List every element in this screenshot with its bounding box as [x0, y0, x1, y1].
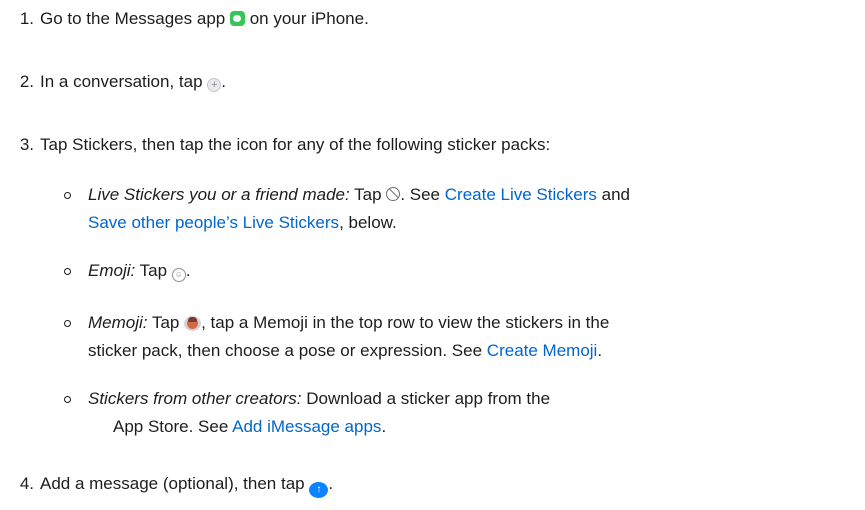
send-button-icon: ↑: [309, 482, 329, 498]
step-number: 4.: [19, 474, 34, 493]
bullet: [64, 192, 71, 199]
sub-item-text: Tap: [139, 261, 168, 280]
step-3: 3. Tap Stickers, then tap the icon for an…: [0, 133, 550, 157]
add-imessage-apps-link[interactable]: Add iMessage apps: [232, 417, 381, 436]
bullet: [64, 320, 71, 327]
bullet: [64, 396, 71, 403]
create-memoji-link[interactable]: Create Memoji: [487, 341, 598, 360]
sub-item-term: Stickers from other creators:: [88, 389, 302, 408]
sub-item-other-creators: Stickers from other creators: Download a…: [64, 385, 858, 441]
sub-item-text: , below.: [339, 213, 397, 232]
sub-item-term: Emoji:: [88, 261, 136, 280]
sub-item-text: .: [185, 261, 191, 280]
messages-app-icon: [229, 11, 245, 26]
emoji-icon: ☺: [171, 268, 186, 282]
sub-item-text: sticker pack, then choose a pose or expr…: [88, 341, 483, 360]
sub-item-emoji: Emoji: Tap ☺.: [64, 257, 858, 285]
create-live-stickers-link[interactable]: Create Live Stickers: [445, 185, 597, 204]
step-1-text: Go to the Messages app: [40, 9, 226, 28]
step-4-text: Add a message (optional), then tap: [40, 474, 305, 493]
step-2: 2. In a conversation, tap +.: [0, 70, 226, 94]
sub-item-term: Live Stickers you or a friend made:: [88, 185, 350, 204]
sub-item-text: and: [601, 185, 630, 204]
sub-item-text: Tap: [151, 313, 180, 332]
plus-button-icon: +: [207, 78, 222, 92]
sub-item-memoji: Memoji: Tap , tap a Memoji in the top ro…: [64, 309, 858, 365]
memoji-icon: [184, 316, 202, 331]
save-live-stickers-link[interactable]: Save other people’s Live Stickers: [88, 213, 339, 232]
sub-item-text: .: [381, 417, 387, 436]
sub-item-term: Memoji:: [88, 313, 148, 332]
step-2-text-after: .: [221, 72, 227, 91]
live-stickers-icon: [386, 187, 401, 201]
bullet: [64, 268, 71, 275]
sub-item-text: .: [597, 341, 603, 360]
sub-item-text: . See: [400, 185, 441, 204]
step-2-text: In a conversation, tap: [40, 72, 203, 91]
step-1-text-after: on your iPhone.: [249, 9, 369, 28]
sub-item-text: Tap: [354, 185, 382, 204]
sub-item-text: , tap a Memoji in the top row to view th…: [201, 313, 610, 332]
sub-item-live-stickers: Live Stickers you or a friend made: Tap …: [64, 181, 858, 237]
sub-item-text: App Store. See: [113, 417, 229, 436]
step-4-text-after: .: [328, 474, 334, 493]
step-number: 1.: [19, 9, 34, 28]
step-number: 2.: [19, 72, 34, 91]
step-4: 4. Add a message (optional), then tap ↑.: [0, 472, 333, 498]
step-number: 3.: [19, 135, 34, 154]
step-1: 1. Go to the Messages app on your iPhone.: [0, 7, 369, 31]
step-3-text: Tap Stickers, then tap the icon for any …: [40, 135, 551, 154]
sub-item-text: Download a sticker app from the: [306, 389, 551, 408]
